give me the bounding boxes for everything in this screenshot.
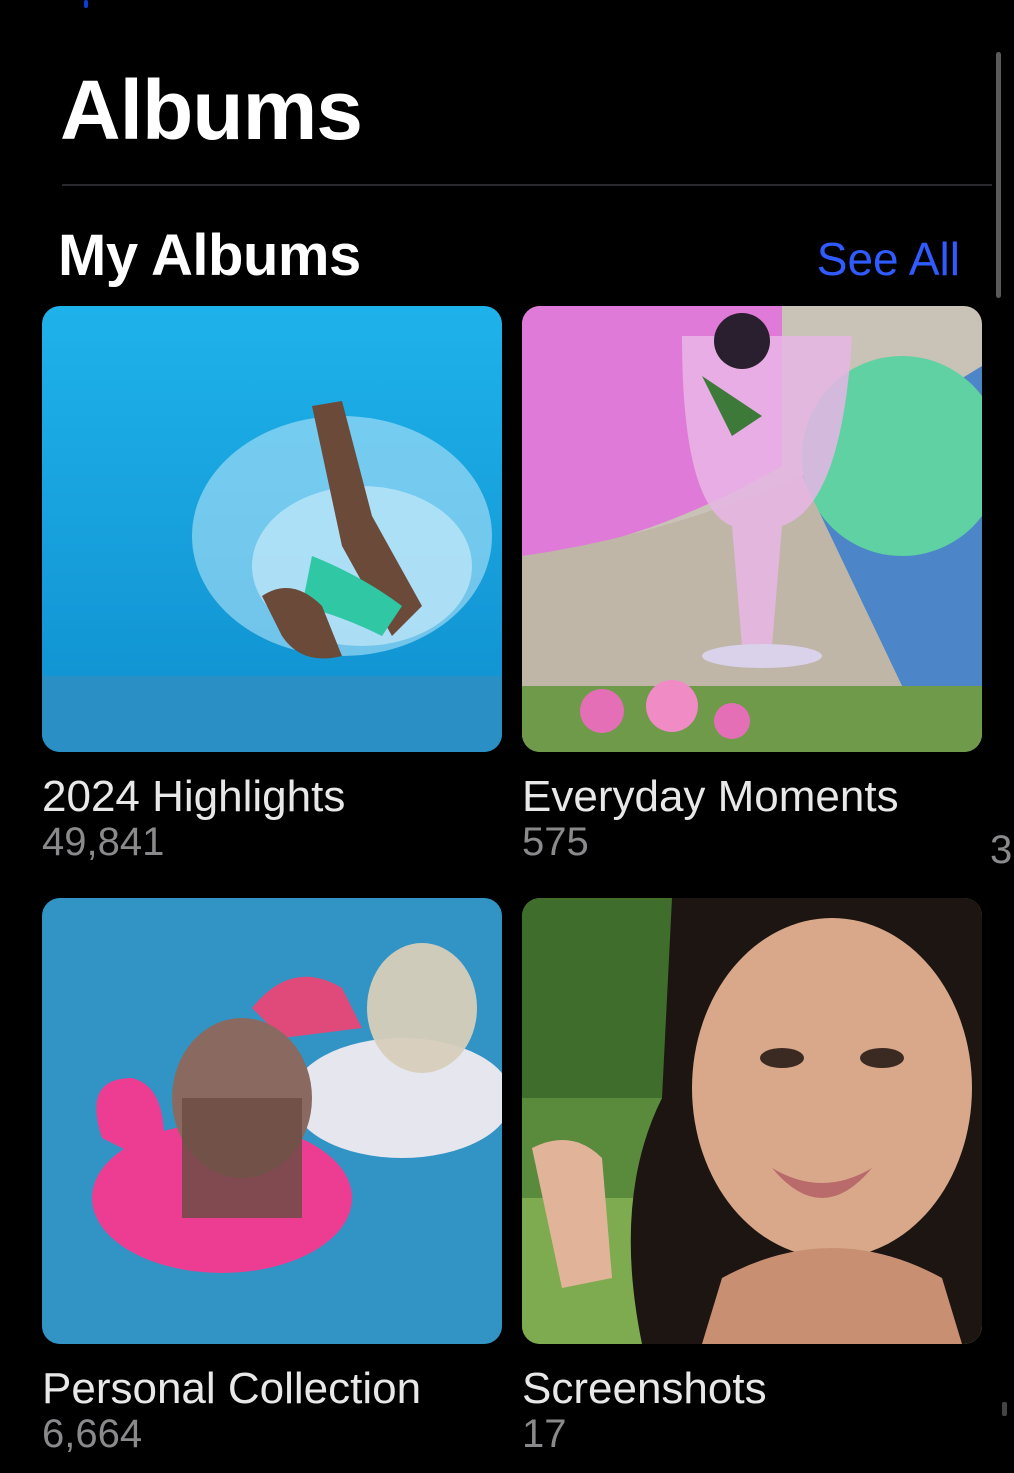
album-card-everyday-moments[interactable]: Everyday Moments 575 — [522, 306, 982, 865]
status-indicator — [84, 0, 88, 8]
divider — [62, 184, 992, 186]
album-thumbnail — [522, 898, 982, 1344]
album-thumbnail — [42, 898, 502, 1344]
section-title: My Albums — [58, 223, 361, 288]
album-count: 49,841 — [42, 820, 165, 864]
next-album-count-peek: 3 — [990, 828, 1013, 872]
album-name: Everyday Moments — [522, 772, 899, 821]
album-thumbnail — [522, 306, 982, 752]
page-title: Albums — [60, 63, 363, 157]
album-name: Personal Collection — [42, 1364, 422, 1413]
album-card-2024-highlights[interactable]: 2024 Highlights 49,841 — [42, 306, 502, 865]
album-card-screenshots[interactable]: Screenshots 17 — [522, 898, 982, 1457]
album-count: 17 — [522, 1412, 567, 1456]
album-count: 575 — [522, 820, 589, 864]
album-count: 6,664 — [42, 1412, 143, 1456]
album-name: 2024 Highlights — [42, 772, 346, 821]
albums-screen: Albums My Albums See All 2024 Highlights… — [0, 0, 1014, 1473]
next-album-peek — [1002, 1402, 1007, 1416]
album-name: Screenshots — [522, 1364, 767, 1413]
see-all-link[interactable]: See All — [817, 232, 960, 286]
album-card-personal-collection[interactable]: Personal Collection 6,664 — [42, 898, 502, 1457]
scrollbar[interactable] — [996, 52, 1001, 298]
album-thumbnail — [42, 306, 502, 752]
